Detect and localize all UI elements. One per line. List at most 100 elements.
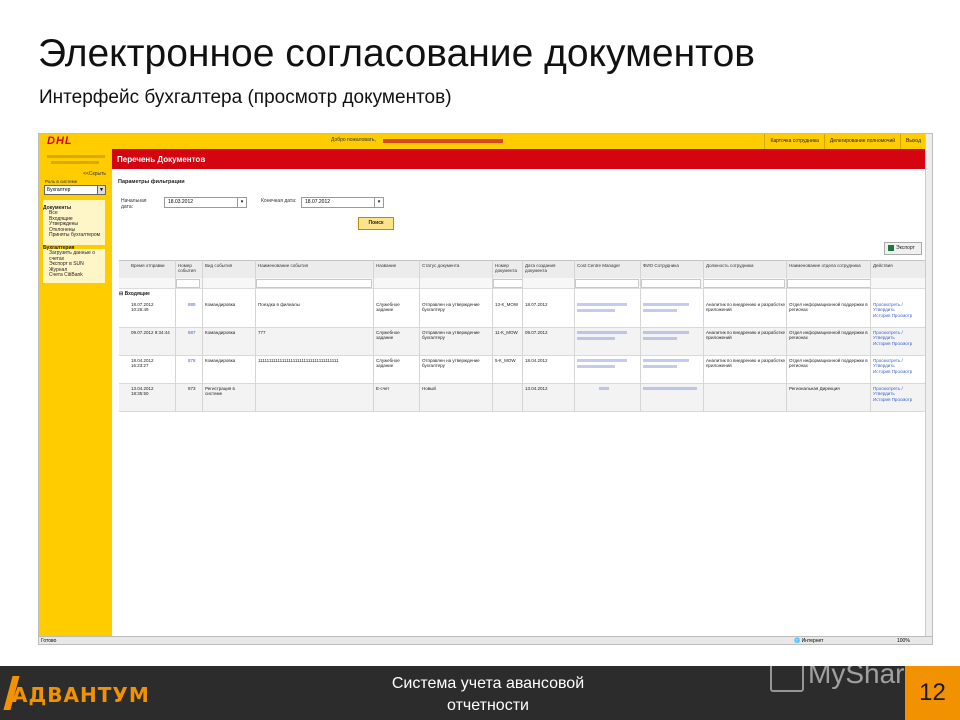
- cell-event-number: 873: [188, 386, 196, 391]
- redacted-manager: [577, 359, 627, 362]
- cell-position: Аналитик по внедрению и разработке прило…: [706, 330, 785, 341]
- sidebar-item-citibank[interactable]: Счета CitiBank: [43, 273, 105, 279]
- redacted-manager: [577, 331, 627, 334]
- top-nav: Карточка сотрудника Делегирование полном…: [764, 134, 926, 149]
- filter-input[interactable]: [641, 279, 701, 288]
- cell-event-kind: Регистрация в системе: [205, 386, 235, 397]
- cell-event-kind: Командировка: [205, 358, 236, 363]
- row-actions-link[interactable]: Просмотреть / Утвердить История Просмотр: [873, 302, 913, 318]
- column-header[interactable]: Наименование отдела сотрудника: [789, 263, 871, 268]
- documents-table: Время отправки Номер события Вид события…: [119, 260, 926, 412]
- end-date-label: Конечная дата:: [261, 198, 297, 204]
- hide-sidebar-link[interactable]: <<Скрыть: [83, 171, 106, 177]
- vertical-scrollbar[interactable]: [925, 134, 932, 636]
- role-select[interactable]: Бухгалтер ▼: [44, 185, 106, 195]
- cell-department: Отдел информационной поддержки в региона…: [789, 358, 868, 369]
- user-info-redacted: [51, 161, 99, 164]
- status-text: Готово: [41, 638, 57, 644]
- column-header[interactable]: Дата создания документа: [525, 263, 571, 273]
- column-header[interactable]: Номер события: [178, 263, 200, 273]
- cell-position: Аналитик по внедрению и разработке прило…: [706, 302, 785, 313]
- column-header[interactable]: Cost Centre Manager: [577, 263, 639, 268]
- column-header[interactable]: Вид события: [205, 263, 245, 268]
- brand-logo: АДВАНТУМ: [12, 683, 150, 707]
- cell-position: Аналитик по внедрению и разработке прило…: [706, 358, 785, 369]
- sidebar-item-accepted[interactable]: Приняты бухгалтером: [43, 233, 105, 239]
- column-header: Действия: [873, 263, 893, 268]
- slide-subtitle: Интерфейс бухгалтера (просмотр документо…: [39, 87, 452, 108]
- redacted-manager: [577, 303, 627, 306]
- nav-delegation[interactable]: Делегирование полномочий: [823, 134, 900, 149]
- zoom-level[interactable]: 100%: [897, 638, 910, 644]
- filters-title: Параметры фильтрации: [118, 179, 185, 185]
- cell-event-number[interactable]: 878: [188, 358, 196, 363]
- filter-input[interactable]: [575, 279, 639, 288]
- column-header[interactable]: Наименование события: [258, 263, 312, 268]
- page-number: 12: [919, 679, 946, 706]
- column-header[interactable]: Название: [376, 263, 406, 268]
- column-header[interactable]: Время отправки: [131, 263, 173, 268]
- top-bar: DHL Добро пожаловать, Карточка сотрудник…: [39, 134, 932, 149]
- cell-status: Отправлен на утверждение бухгалтеру: [422, 330, 480, 341]
- cell-name: Служебное задание: [376, 330, 400, 341]
- cell-time: 18.04.2012 16:23:27: [131, 358, 154, 369]
- filter-input[interactable]: [787, 279, 871, 288]
- nav-logout[interactable]: Выход: [900, 134, 926, 149]
- cell-event-name: Поездка в филиалы: [258, 302, 300, 307]
- cell-event-kind: Командировка: [205, 302, 236, 307]
- filter-input[interactable]: [703, 279, 785, 288]
- redacted-manager: [599, 387, 609, 390]
- user-info-redacted: [47, 155, 105, 158]
- cell-date: 18.04.2012: [525, 358, 548, 363]
- cell-date: 13.04.2012: [525, 386, 548, 391]
- row-actions-link[interactable]: Просмотреть / Утвердить История Просмотр: [873, 330, 913, 346]
- export-label: Экспорт: [896, 245, 915, 251]
- filter-input[interactable]: [176, 279, 200, 288]
- search-button[interactable]: Поиск: [358, 217, 394, 230]
- redacted-employee: [643, 387, 697, 390]
- dhl-logo: DHL: [47, 135, 73, 147]
- column-header[interactable]: ФИО Сотрудника: [643, 263, 703, 268]
- slide-title: Электронное согласование документов: [38, 32, 755, 75]
- cell-status: Новый: [422, 386, 436, 391]
- column-header[interactable]: Статус документа: [422, 263, 482, 268]
- sidebar-menu: Документы Все Входящие Утверждены Отклон…: [43, 203, 105, 279]
- filter-input[interactable]: [493, 279, 523, 288]
- cell-event-kind: Командировка: [205, 330, 236, 335]
- cell-doc-number: 13-К_MOW: [495, 302, 519, 307]
- globe-icon: 🌐: [794, 638, 801, 644]
- zone-label: Интернет: [801, 638, 824, 644]
- page-header: Перечень Документов: [112, 149, 926, 169]
- cell-event-name: 1111111111111111111111111111111111111: [258, 358, 339, 363]
- cell-name: Служебное задание: [376, 358, 400, 369]
- nav-employee-card[interactable]: Карточка сотрудника: [764, 134, 823, 149]
- cell-department: Отдел информационной поддержки в региона…: [789, 302, 868, 313]
- start-date-field[interactable]: 18.03.2012 ▾: [164, 197, 247, 208]
- cell-time: 18.07.2012 10:26:49: [131, 302, 154, 313]
- cell-department: Отдел информационной поддержки в региона…: [789, 330, 868, 341]
- chevron-down-icon: ▼: [97, 186, 105, 194]
- internet-zone: 🌐 Интернет: [794, 638, 823, 644]
- cell-event-name: 777: [258, 330, 266, 335]
- role-label: Роль в системе: [45, 179, 78, 184]
- page-title: Перечень Документов: [117, 155, 206, 164]
- calendar-icon[interactable]: ▾: [374, 198, 383, 207]
- role-value: Бухгалтер: [47, 187, 71, 193]
- cell-doc-number: 11-К_MOW: [495, 330, 518, 335]
- export-button[interactable]: Экспорт: [884, 242, 922, 255]
- end-date-value: 18.07.2012: [305, 199, 331, 205]
- cell-date: 18.07.2012: [525, 302, 548, 307]
- cell-event-number[interactable]: 887: [188, 330, 196, 335]
- end-date-field[interactable]: 18.07.2012 ▾: [301, 197, 384, 208]
- start-date-label: Начальная дата:: [121, 198, 147, 210]
- cell-event-number[interactable]: 889: [188, 302, 196, 307]
- cell-department: Региональная Дирекция: [789, 386, 840, 391]
- cell-time: 09.07.2012 9:34:44: [131, 330, 170, 335]
- calendar-icon[interactable]: ▾: [237, 198, 246, 207]
- row-actions-link[interactable]: Просмотреть / Утвердить История Просмотр: [873, 386, 913, 402]
- column-header[interactable]: Должность сотрудника: [706, 263, 786, 268]
- filter-input[interactable]: [256, 279, 372, 288]
- row-actions-link[interactable]: Просмотреть / Утвердить История Просмотр: [873, 358, 913, 374]
- column-header[interactable]: Номер документа: [495, 263, 523, 273]
- cell-status: Отправлен на утверждение бухгалтеру: [422, 302, 480, 313]
